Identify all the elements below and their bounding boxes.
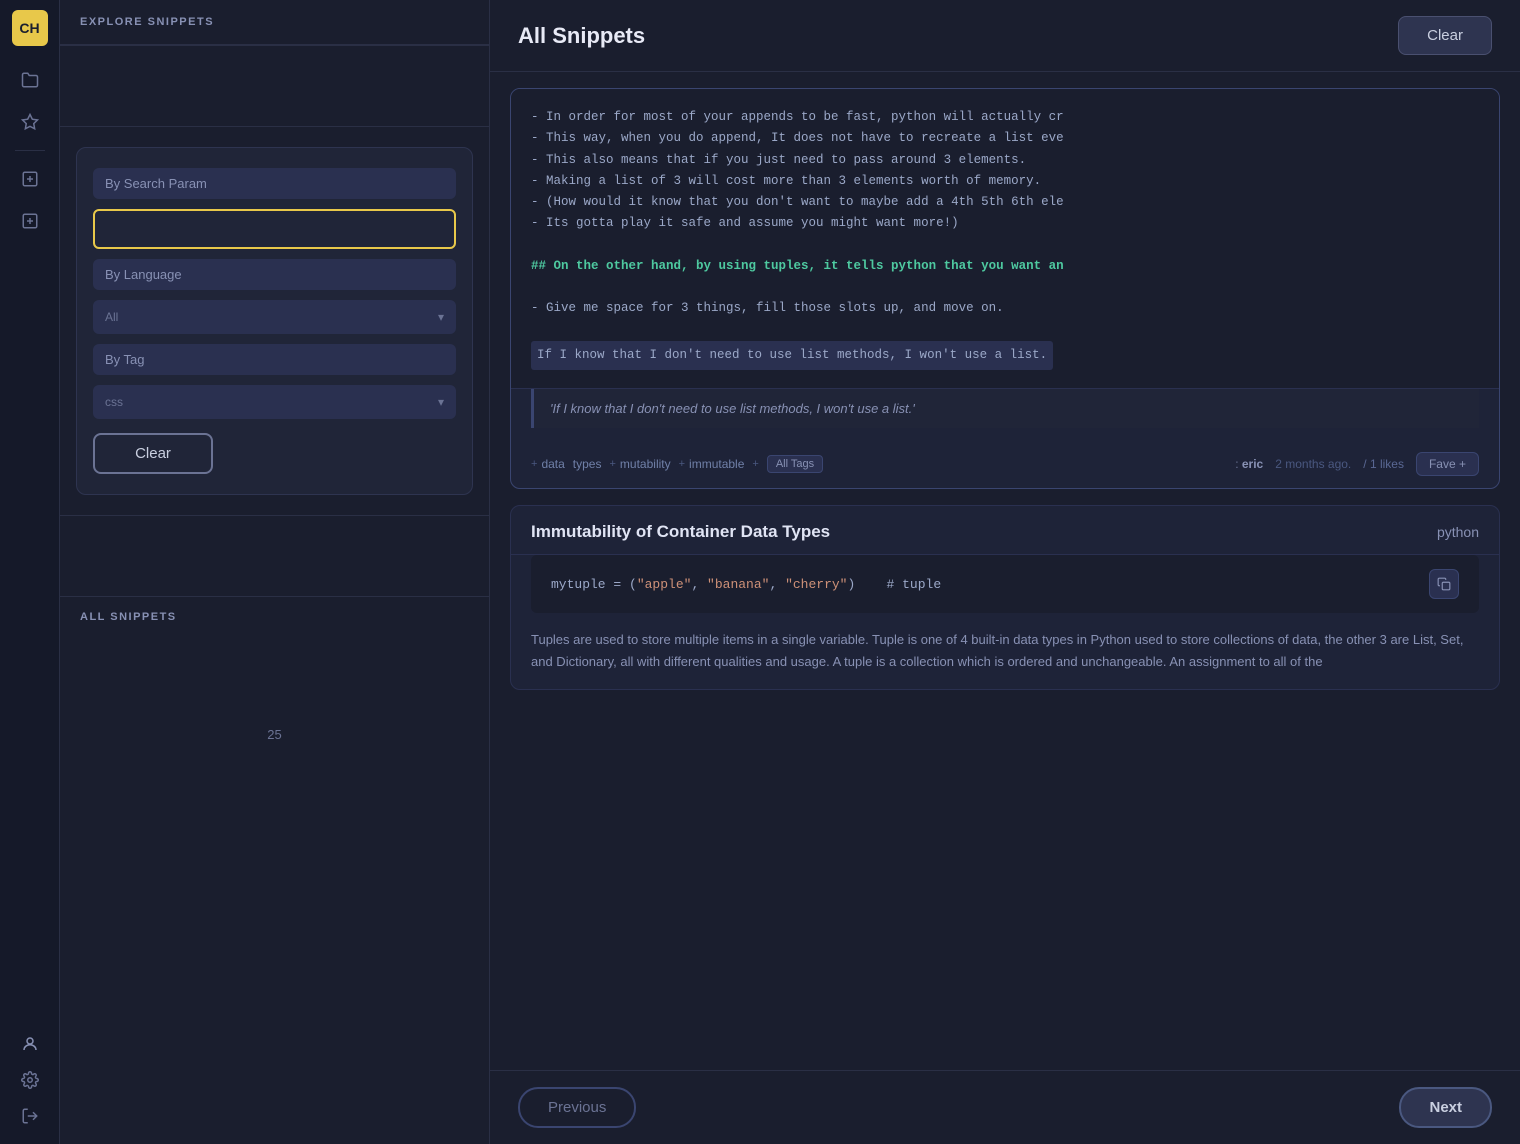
fave-button[interactable]: Fave + (1416, 452, 1479, 476)
sidebar-blank-1 (60, 46, 489, 126)
next-button[interactable]: Next (1399, 1087, 1492, 1128)
snippet-1-footer: + data types + mutability + immutable + … (511, 440, 1499, 488)
snippet-1-meta: : eric 2 months ago. / 1 likes Fave + (1235, 452, 1479, 476)
filter-panel: By Search Param By Language All ▾ By Tag… (76, 147, 473, 495)
language-value: All (105, 310, 118, 324)
tag-immutable: + immutable (679, 457, 745, 471)
tag-mutability: + mutability (609, 457, 670, 471)
code-line-4: - Making a list of 3 will cost more than… (531, 171, 1479, 192)
snippet-2-title: Immutability of Container Data Types (531, 522, 830, 542)
code-line-3: - This also means that if you just need … (531, 150, 1479, 171)
tag-dropdown[interactable]: css ▾ (93, 385, 456, 419)
sidebar-divider-2 (60, 126, 489, 127)
nav-divider-1 (15, 150, 45, 151)
logout-icon[interactable] (12, 1098, 48, 1134)
app-logo[interactable]: CH (12, 10, 48, 46)
code-line-9: If I know that I don't need to use list … (531, 341, 1053, 370)
settings-icon[interactable] (12, 1062, 48, 1098)
snippet-2-code: mytuple = ("apple", "banana", "cherry") … (531, 555, 1479, 613)
code-line-2: - This way, when you do append, It does … (531, 128, 1479, 149)
snippet-2-description: Tuples are used to store multiple items … (511, 625, 1499, 689)
nav-bottom (12, 1026, 48, 1134)
snippet-1-time: 2 months ago. (1275, 457, 1351, 471)
main-header: All Snippets Clear (490, 0, 1520, 72)
snippets-area: - In order for most of your appends to b… (490, 72, 1520, 1070)
sidebar-header: Explore Snippets (60, 0, 489, 45)
nav-bar: CH (0, 0, 60, 1144)
code-line-8: - Give me space for 3 things, fill those… (531, 298, 1479, 319)
sidebar-blank-2 (60, 516, 489, 596)
user-icon[interactable] (12, 1026, 48, 1062)
sidebar: Explore Snippets By Search Param By Lang… (60, 0, 490, 1144)
tag-data: + data (531, 457, 565, 471)
main-content: All Snippets Clear - In order for most o… (490, 0, 1520, 1144)
code-inline-text: mytuple = ("apple", "banana", "cherry") … (551, 577, 941, 592)
add-icon[interactable] (12, 161, 48, 197)
code-line-5: - (How would it know that you don't want… (531, 192, 1479, 213)
code-line-6: - Its gotta play it safe and assume you … (531, 213, 1479, 234)
by-tag-label: By Tag (93, 344, 456, 375)
sidebar-blank-3 (60, 637, 489, 717)
pagination: Previous Next (490, 1070, 1520, 1144)
folder-icon[interactable] (12, 62, 48, 98)
snippet-1-likes: / 1 likes (1363, 457, 1404, 471)
highlight-line: ## On the other hand, by using tuples, i… (531, 256, 1479, 277)
snippet-2-header: Immutability of Container Data Types pyt… (511, 506, 1499, 555)
all-tags-button[interactable]: All Tags (767, 455, 823, 473)
snippet-1-code: - In order for most of your appends to b… (511, 89, 1499, 389)
filter-clear-button[interactable]: Clear (93, 433, 213, 474)
code-line-1: - In order for most of your appends to b… (531, 107, 1479, 128)
snippet-1-author: : eric (1235, 457, 1263, 471)
header-clear-button[interactable]: Clear (1398, 16, 1492, 55)
snippet-1-quote: 'If I know that I don't need to use list… (531, 389, 1479, 428)
all-snippets-label: All Snippets (60, 597, 489, 637)
snippet-card-1: - In order for most of your appends to b… (510, 88, 1500, 489)
previous-button[interactable]: Previous (518, 1087, 636, 1128)
by-search-param-label: By Search Param (93, 168, 456, 199)
tag-types: types (573, 457, 602, 471)
snippet-card-2: Immutability of Container Data Types pyt… (510, 505, 1500, 690)
add-alt-icon[interactable] (12, 203, 48, 239)
search-input[interactable] (93, 209, 456, 249)
star-icon[interactable] (12, 104, 48, 140)
tag-value: css (105, 395, 123, 409)
copy-button[interactable] (1429, 569, 1459, 599)
snippet-2-language: python (1437, 524, 1479, 540)
page-number: 25 (60, 717, 489, 758)
chevron-down-tag-icon: ▾ (438, 395, 444, 409)
by-language-label: By Language (93, 259, 456, 290)
chevron-down-icon: ▾ (438, 310, 444, 324)
language-dropdown[interactable]: All ▾ (93, 300, 456, 334)
main-title: All Snippets (518, 23, 645, 49)
